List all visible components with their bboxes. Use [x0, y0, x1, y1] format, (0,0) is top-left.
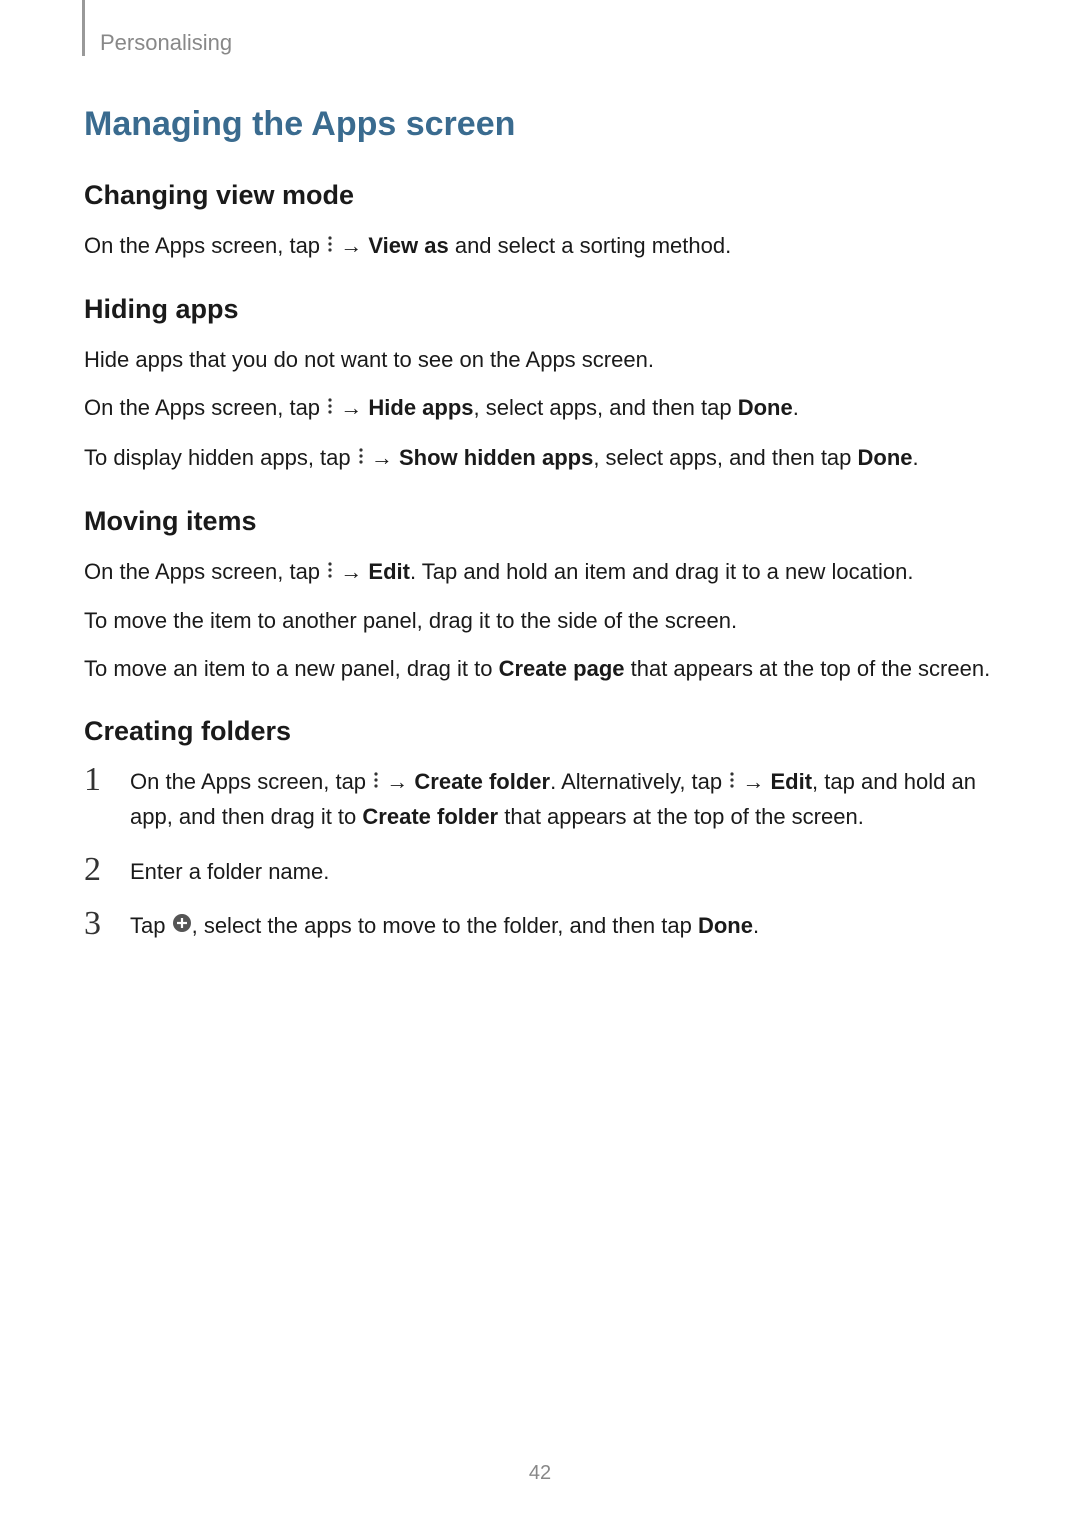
- text: On the Apps screen, tap: [84, 559, 326, 584]
- section2-p1: Hide apps that you do not want to see on…: [84, 343, 1004, 377]
- text: that appears at the top of the screen.: [625, 656, 991, 681]
- list-content: Enter a folder name.: [130, 855, 1004, 889]
- bold-text: Create folder: [362, 804, 498, 829]
- section3-p3: To move an item to a new panel, drag it …: [84, 652, 1004, 686]
- section1-heading: Changing view mode: [84, 180, 1004, 211]
- bold-text: Edit: [368, 559, 410, 584]
- section3-p1: On the Apps screen, tap → Edit. Tap and …: [84, 555, 1004, 590]
- list-number: 1: [84, 763, 130, 797]
- text: , select apps, and then tap: [593, 445, 857, 470]
- header-rule: [82, 0, 85, 56]
- section3-p2: To move the item to another panel, drag …: [84, 604, 1004, 638]
- arrow-icon: →: [334, 395, 368, 420]
- bold-text: Create page: [499, 656, 625, 681]
- text: .: [753, 913, 759, 938]
- section2-p2: On the Apps screen, tap → Hide apps, sel…: [84, 391, 1004, 426]
- list-item-1: 1 On the Apps screen, tap → Create folde…: [84, 765, 1004, 834]
- text: , select apps, and then tap: [474, 395, 738, 420]
- list-number: 2: [84, 853, 130, 887]
- header-section-name: Personalising: [100, 30, 232, 56]
- arrow-icon: →: [380, 769, 414, 794]
- arrow-icon: →: [736, 769, 770, 794]
- bold-text: Done: [858, 445, 913, 470]
- more-icon: [728, 765, 736, 799]
- more-icon: [326, 555, 334, 589]
- section2-p3: To display hidden apps, tap → Show hidde…: [84, 441, 1004, 476]
- text: On the Apps screen, tap: [84, 233, 326, 258]
- arrow-icon: →: [334, 559, 368, 584]
- more-icon: [326, 229, 334, 263]
- text: , select the apps to move to the folder,…: [192, 913, 698, 938]
- section1-p1: On the Apps screen, tap → View as and se…: [84, 229, 1004, 264]
- text: On the Apps screen, tap: [84, 395, 326, 420]
- list-number: 3: [84, 907, 130, 941]
- text: Tap: [130, 913, 172, 938]
- section3-heading: Moving items: [84, 506, 1004, 537]
- page-content: Managing the Apps screen Changing view m…: [84, 105, 1004, 964]
- list-content: Tap , select the apps to move to the fol…: [130, 909, 1004, 944]
- bold-text: Done: [738, 395, 793, 420]
- text: that appears at the top of the screen.: [498, 804, 864, 829]
- plus-circle-icon: [172, 909, 192, 943]
- text: To display hidden apps, tap: [84, 445, 357, 470]
- page-number: 42: [0, 1462, 1080, 1485]
- bold-text: Show hidden apps: [399, 445, 593, 470]
- text: . Alternatively, tap: [550, 769, 728, 794]
- bold-text: Edit: [770, 769, 812, 794]
- more-icon: [372, 765, 380, 799]
- bold-text: Done: [698, 913, 753, 938]
- text: and select a sorting method.: [449, 233, 732, 258]
- numbered-list: 1 On the Apps screen, tap → Create folde…: [84, 765, 1004, 944]
- section4-heading: Creating folders: [84, 716, 1004, 747]
- list-item-2: 2 Enter a folder name.: [84, 855, 1004, 889]
- bold-text: Hide apps: [368, 395, 473, 420]
- section2-heading: Hiding apps: [84, 294, 1004, 325]
- arrow-icon: →: [365, 445, 399, 470]
- text: On the Apps screen, tap: [130, 769, 372, 794]
- text: .: [913, 445, 919, 470]
- text: To move an item to a new panel, drag it …: [84, 656, 499, 681]
- main-heading: Managing the Apps screen: [84, 105, 1004, 144]
- more-icon: [357, 441, 365, 475]
- text: . Tap and hold an item and drag it to a …: [410, 559, 914, 584]
- more-icon: [326, 391, 334, 425]
- bold-text: View as: [368, 233, 448, 258]
- list-content: On the Apps screen, tap → Create folder.…: [130, 765, 1004, 834]
- text: .: [793, 395, 799, 420]
- arrow-icon: →: [334, 233, 368, 258]
- list-item-3: 3 Tap , select the apps to move to the f…: [84, 909, 1004, 944]
- bold-text: Create folder: [414, 769, 550, 794]
